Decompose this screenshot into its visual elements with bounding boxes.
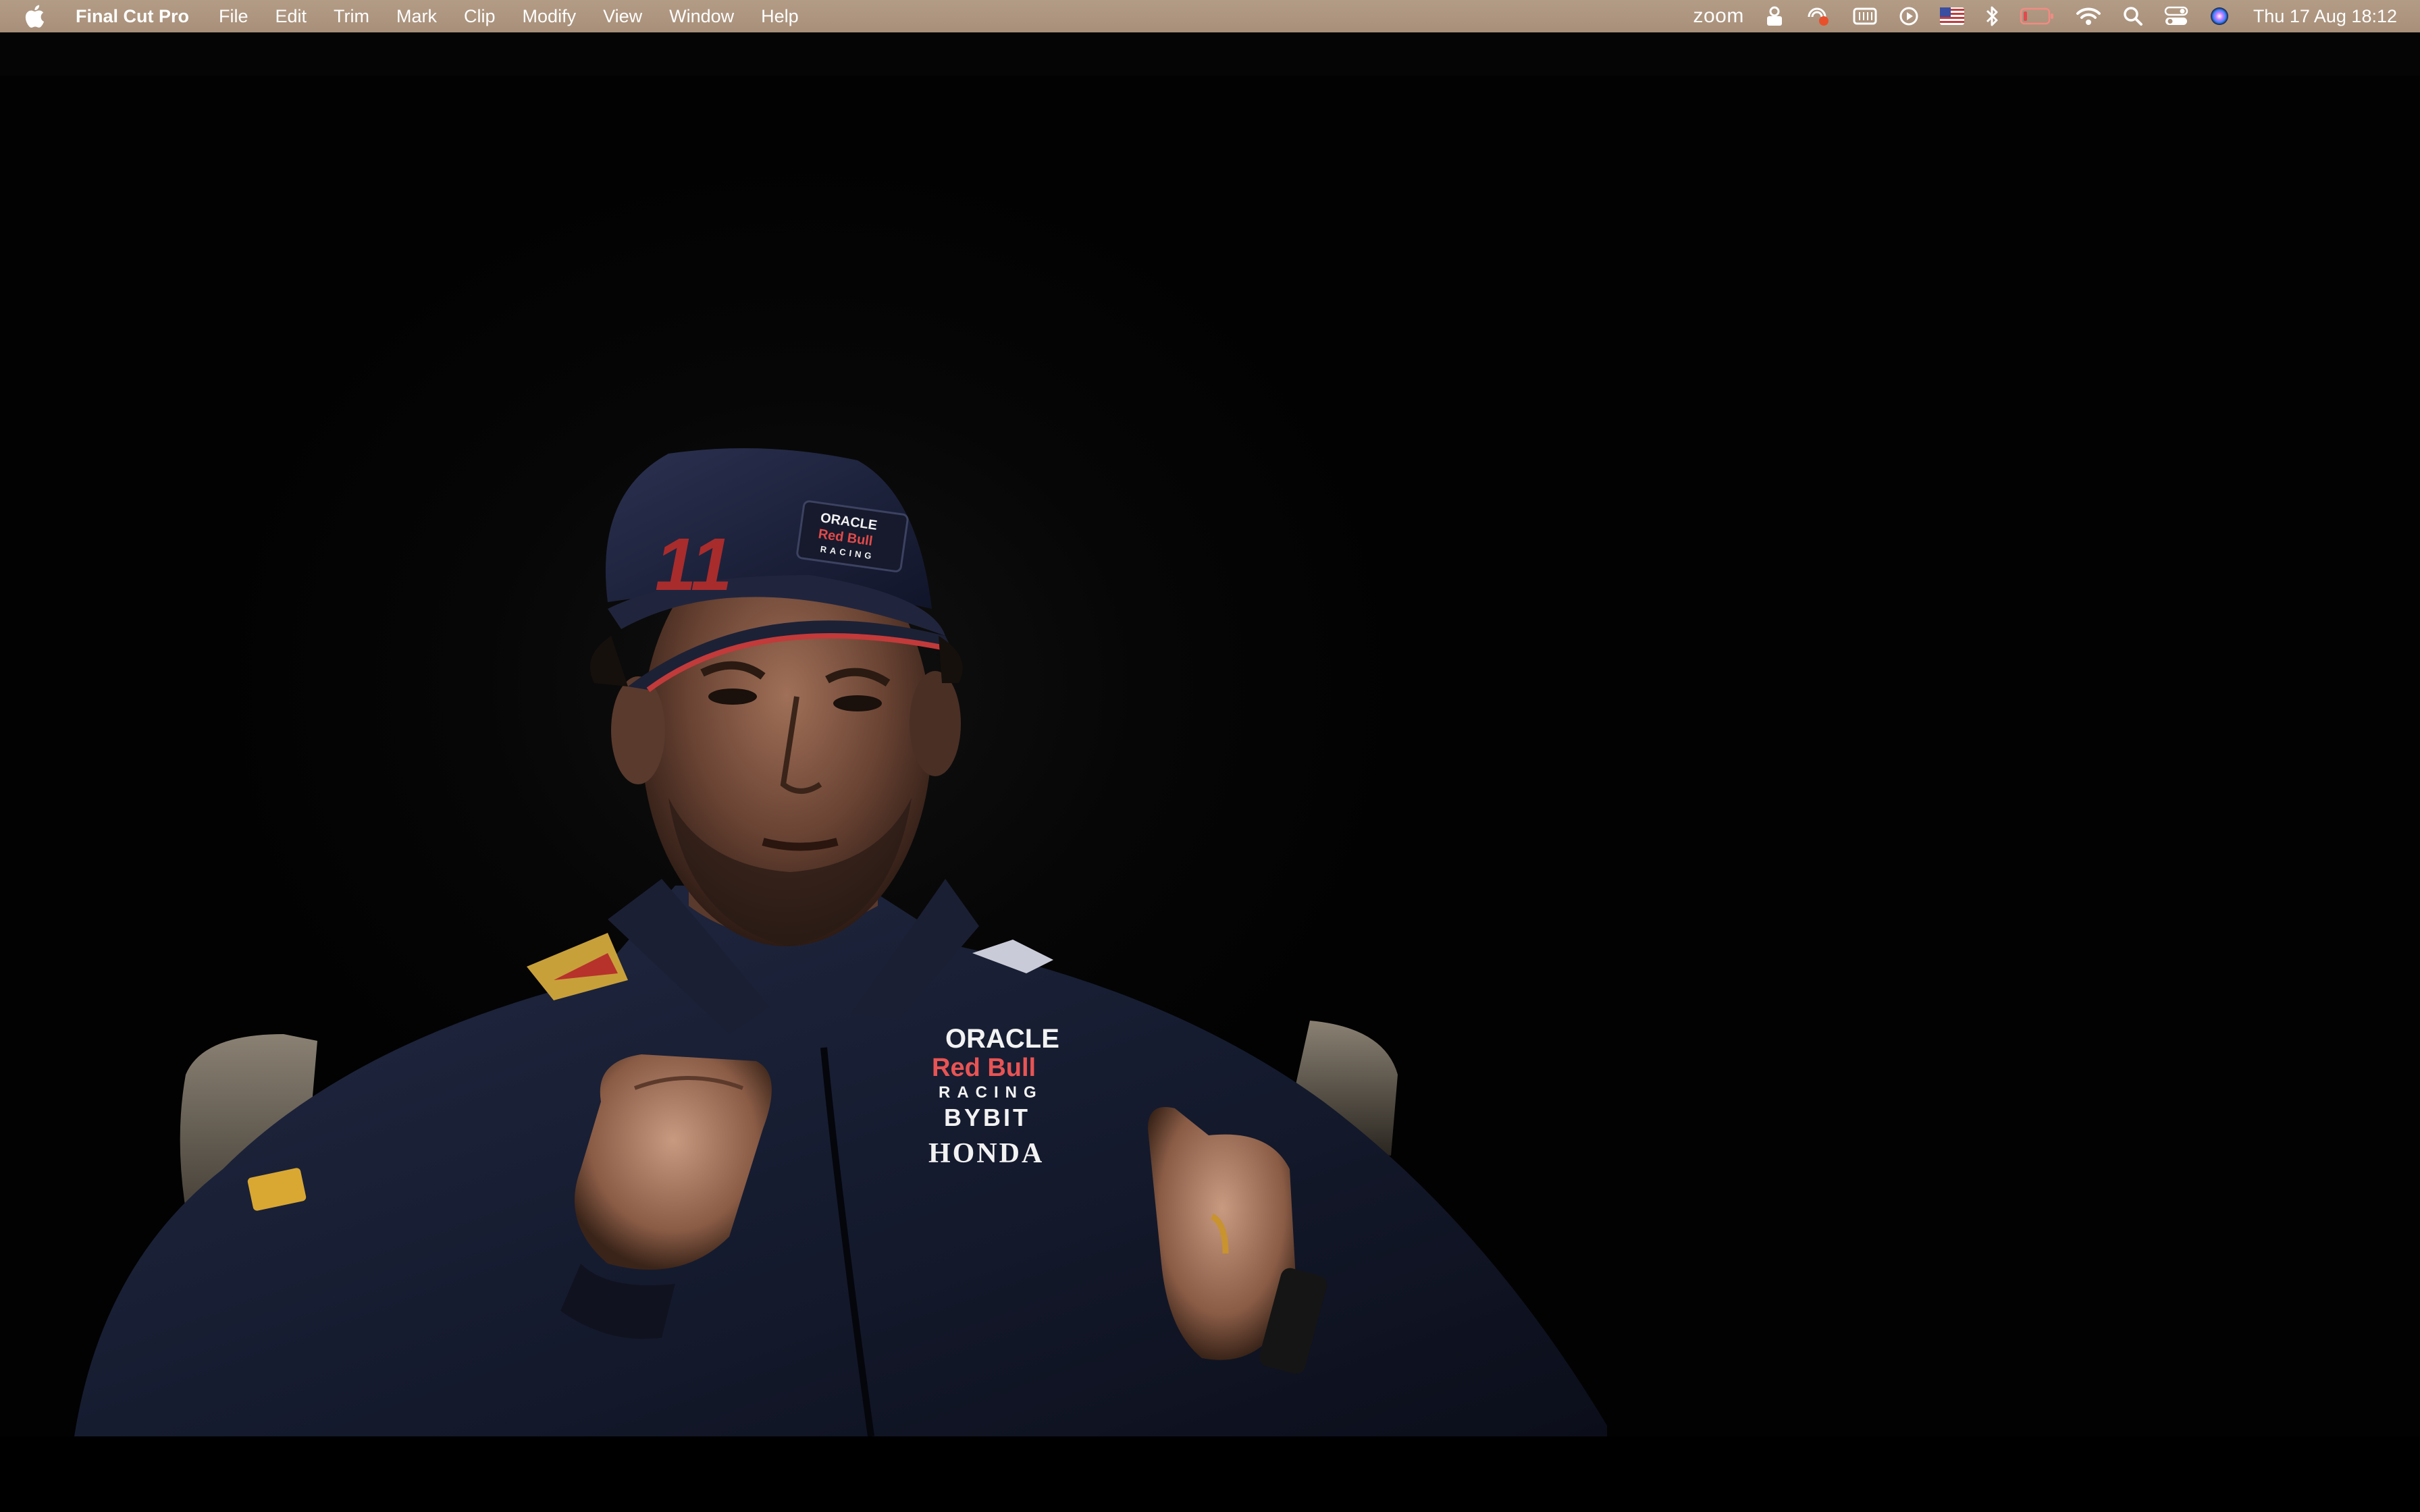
jacket-sponsor-honda: HONDA: [928, 1138, 1044, 1169]
video-viewer[interactable]: ORACLE Red Bull RACING BYBIT HONDA 11 OR…: [0, 76, 2420, 1436]
user-lock-icon[interactable]: [1764, 0, 1785, 32]
jacket-sponsor-oracle: ORACLE: [945, 1024, 1059, 1054]
cap-number: 11: [655, 523, 732, 606]
video-frame: ORACLE Red Bull RACING BYBIT HONDA 11 OR…: [74, 448, 1607, 1436]
menu-trim[interactable]: Trim: [320, 0, 383, 32]
jacket-sponsor-racing: RACING: [939, 1083, 1043, 1102]
menu-clip[interactable]: Clip: [450, 0, 509, 32]
menu-bar: Final Cut Pro File Edit Trim Mark Clip M…: [0, 0, 2420, 32]
viewer-top-strip: [0, 32, 2420, 76]
apple-menu-icon[interactable]: [23, 5, 46, 28]
keyboard-input-icon[interactable]: [1852, 0, 1878, 32]
menu-modify[interactable]: Modify: [509, 0, 590, 32]
menu-app-name[interactable]: Final Cut Pro: [70, 0, 205, 32]
menu-file[interactable]: File: [205, 0, 262, 32]
siri-icon[interactable]: [2209, 0, 2230, 32]
zoom-status-item[interactable]: zoom: [1693, 0, 1743, 32]
menu-view[interactable]: View: [589, 0, 656, 32]
jacket-sponsor-redbull: Red Bull: [932, 1054, 1036, 1082]
us-flag-input-source-icon[interactable]: [1939, 0, 1964, 32]
jacket-sponsor-bybit: BYBIT: [944, 1104, 1030, 1131]
spotlight-search-icon[interactable]: [2122, 0, 2144, 32]
menu-window[interactable]: Window: [656, 0, 747, 32]
battery-icon[interactable]: [2020, 0, 2055, 32]
menu-edit[interactable]: Edit: [262, 0, 321, 32]
menu-mark[interactable]: Mark: [383, 0, 450, 32]
menu-bar-clock[interactable]: Thu 17 Aug 18:12: [2253, 6, 2397, 27]
bluetooth-icon[interactable]: [1984, 0, 1999, 32]
screen-recording-icon[interactable]: [1805, 0, 1832, 32]
driver-jacket: ORACLE Red Bull RACING BYBIT HONDA: [74, 879, 1607, 1436]
now-playing-icon[interactable]: [1898, 0, 1920, 32]
menu-help[interactable]: Help: [747, 0, 812, 32]
wifi-icon[interactable]: [2075, 0, 2102, 32]
control-center-icon[interactable]: [2164, 0, 2188, 32]
viewer-bottom-bar: [0, 1436, 2420, 1512]
